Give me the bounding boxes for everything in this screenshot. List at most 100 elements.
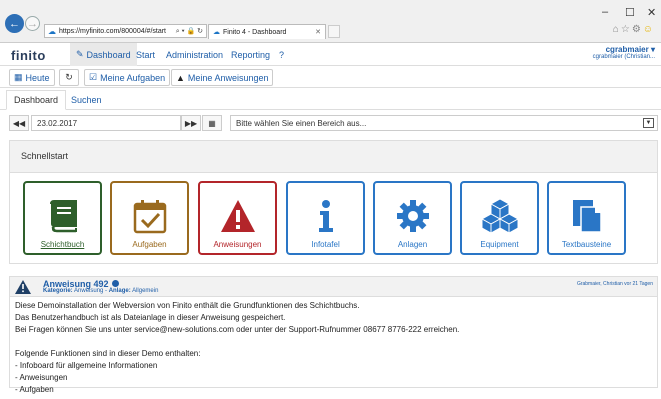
user-full-name: cgrabmaier (Christian... <box>592 54 655 60</box>
minimize-button[interactable]: – <box>602 6 608 18</box>
category-label: Kategorie: <box>43 288 73 294</box>
toolbar: ▦ Heute ↻ ☑ Meine Aufgaben ▲ Meine Anwei… <box>0 66 661 88</box>
smiley-icon[interactable]: ☺ <box>643 24 655 35</box>
chevron-down-icon: ▼ <box>643 118 654 128</box>
facility-label: Anlage: <box>108 288 131 294</box>
tile-schichtbuch[interactable]: Schichtbuch <box>23 181 102 255</box>
edit-icon: ✎ <box>76 49 84 59</box>
gear-icon <box>395 198 431 240</box>
user-name: cgrabmaier <box>605 45 649 54</box>
date-value: 23.02.2017 <box>37 118 78 128</box>
warning-icon <box>220 198 256 240</box>
url-text: https://myfinito.com/800004/#/start <box>59 27 166 35</box>
tile-textbausteine[interactable]: Textbausteine <box>547 181 626 255</box>
fast-forward-icon: ▶▶ <box>184 118 198 128</box>
my-instructions-label: Meine Anweisungen <box>187 72 269 83</box>
menu-reporting[interactable]: Reporting <box>225 43 276 66</box>
close-window-button[interactable]: ✕ <box>647 6 656 19</box>
home-icon[interactable]: ⌂ <box>613 24 621 35</box>
tile-infotafel[interactable]: Infotafel <box>286 181 365 255</box>
tile-anlagen[interactable]: Anlagen <box>373 181 452 255</box>
announcement-card: Anweisung 492 Kategorie: Anweisung - Anl… <box>9 276 658 394</box>
chevron-down-icon: ▾ <box>650 45 655 54</box>
arrow-left-icon: ← <box>9 17 20 30</box>
book-icon <box>45 198 81 240</box>
prev-day-button[interactable]: ◀◀ <box>9 115 29 131</box>
browser-chrome: ← → ☁ https://myfinito.com/800004/#/star… <box>0 0 661 43</box>
category-value: Anweisung <box>74 288 104 294</box>
tab-dashboard[interactable]: Dashboard <box>6 90 67 110</box>
body-line: - Infoboard für allgemeine Informationen <box>15 361 158 370</box>
forward-button[interactable]: → <box>25 16 40 31</box>
calendar-button[interactable]: ▦ <box>202 115 222 131</box>
warning-icon <box>15 280 31 294</box>
next-day-button[interactable]: ▶▶ <box>181 115 201 131</box>
body-line: Diese Demoinstallation der Webversion vo… <box>15 301 360 310</box>
body-line: Bei Fragen können Sie uns unter service@… <box>15 325 460 334</box>
new-tab-button[interactable] <box>328 25 340 38</box>
cloud-icon: ☁ <box>213 29 220 36</box>
address-bar[interactable]: ☁ https://myfinito.com/800004/#/start ⌕ … <box>44 24 207 38</box>
tile-equipment[interactable]: Equipment <box>460 181 539 255</box>
tile-anweisungen[interactable]: Anweisungen <box>198 181 277 255</box>
menu-label: Administration <box>166 49 224 60</box>
facility-value: Allgemein <box>132 288 159 294</box>
my-tasks-button[interactable]: ☑ Meine Aufgaben <box>84 69 171 86</box>
settings-icon[interactable]: ⚙ <box>632 24 643 35</box>
refresh-button[interactable]: ↻ <box>59 69 79 86</box>
quickstart-panel: Schnellstart Schichtbuch Aufgaben Anweisun… <box>9 140 658 264</box>
body-line: Folgende Funktionen sind in dieser Demo … <box>15 349 201 358</box>
calendar-icon: ▦ <box>14 72 23 82</box>
filter-bar: ◀◀ 23.02.2017 ▶▶ ▦ Bitte wählen Sie eine… <box>9 115 658 131</box>
body-line: - Anweisungen <box>15 373 68 382</box>
content-tabs: Dashboard Suchen <box>0 90 661 110</box>
tile-aufgaben[interactable]: Aufgaben <box>110 181 189 255</box>
menu-dashboard[interactable]: ✎ Dashboard <box>70 43 137 66</box>
tile-label: Infotafel <box>311 240 340 249</box>
status-dot <box>111 280 119 287</box>
document-icon <box>569 198 605 240</box>
today-label: Heute <box>25 72 50 83</box>
tab-search[interactable]: Suchen <box>64 90 109 110</box>
app-logo[interactable]: finito <box>11 48 46 63</box>
body-line: Das Benutzerhandbuch ist als Dateianlage… <box>15 313 286 322</box>
browser-toolbar-icons[interactable]: ⌂☆⚙☺ <box>613 24 655 35</box>
menu-administration[interactable]: Administration <box>160 43 229 66</box>
back-button[interactable]: ← <box>5 14 24 33</box>
announcement-meta: Grabmaier, Christian vor 21 Tagen <box>576 281 653 287</box>
refresh-icon: ↻ <box>65 72 73 82</box>
quickstart-title: Schnellstart <box>10 141 657 173</box>
maximize-button[interactable]: ☐ <box>625 6 635 19</box>
announcement-subtitle: Kategorie: Anweisung - Anlage: Allgemein <box>43 288 159 294</box>
menu-help[interactable]: ? <box>273 43 290 66</box>
info-icon <box>308 198 344 240</box>
calendar-check-icon: ☑ <box>89 72 98 82</box>
tile-label: Anlagen <box>397 240 428 249</box>
address-controls[interactable]: ⌕ ▾ 🔒 ↻ <box>176 27 206 36</box>
menu-label: ? <box>279 49 285 60</box>
date-input[interactable]: 23.02.2017 <box>31 115 181 131</box>
my-instructions-button[interactable]: ▲ Meine Anweisungen <box>171 69 274 86</box>
warning-icon: ▲ <box>176 72 185 83</box>
tile-label: Equipment <box>480 240 519 249</box>
today-button[interactable]: ▦ Heute <box>9 69 55 86</box>
user-menu[interactable]: cgrabmaier ▾ cgrabmaier (Christian... <box>593 45 655 60</box>
tile-label: Schichtbuch <box>40 240 85 249</box>
announcement-header: Anweisung 492 Kategorie: Anweisung - Anl… <box>10 277 657 297</box>
tab-label: Dashboard <box>14 95 59 105</box>
menu-start[interactable]: Start <box>130 43 161 66</box>
browser-tab[interactable]: ☁ Finito 4 - Dashboard ✕ <box>208 24 326 39</box>
area-select[interactable]: Bitte wählen Sie einen Bereich aus... ▼ <box>230 115 658 131</box>
calendar-check-icon <box>132 198 168 240</box>
tile-label: Textbausteine <box>561 240 612 249</box>
menu-label: Dashboard <box>86 49 131 60</box>
star-icon[interactable]: ☆ <box>621 24 632 35</box>
tab-title: Finito 4 - Dashboard <box>223 28 287 36</box>
arrow-right-icon: → <box>27 17 38 30</box>
tab-label: Suchen <box>71 95 102 105</box>
menu-label: Start <box>136 49 156 60</box>
close-tab-icon[interactable]: ✕ <box>315 28 321 36</box>
my-tasks-label: Meine Aufgaben <box>100 72 166 83</box>
cubes-icon <box>480 198 519 240</box>
menu-label: Reporting <box>231 49 271 60</box>
